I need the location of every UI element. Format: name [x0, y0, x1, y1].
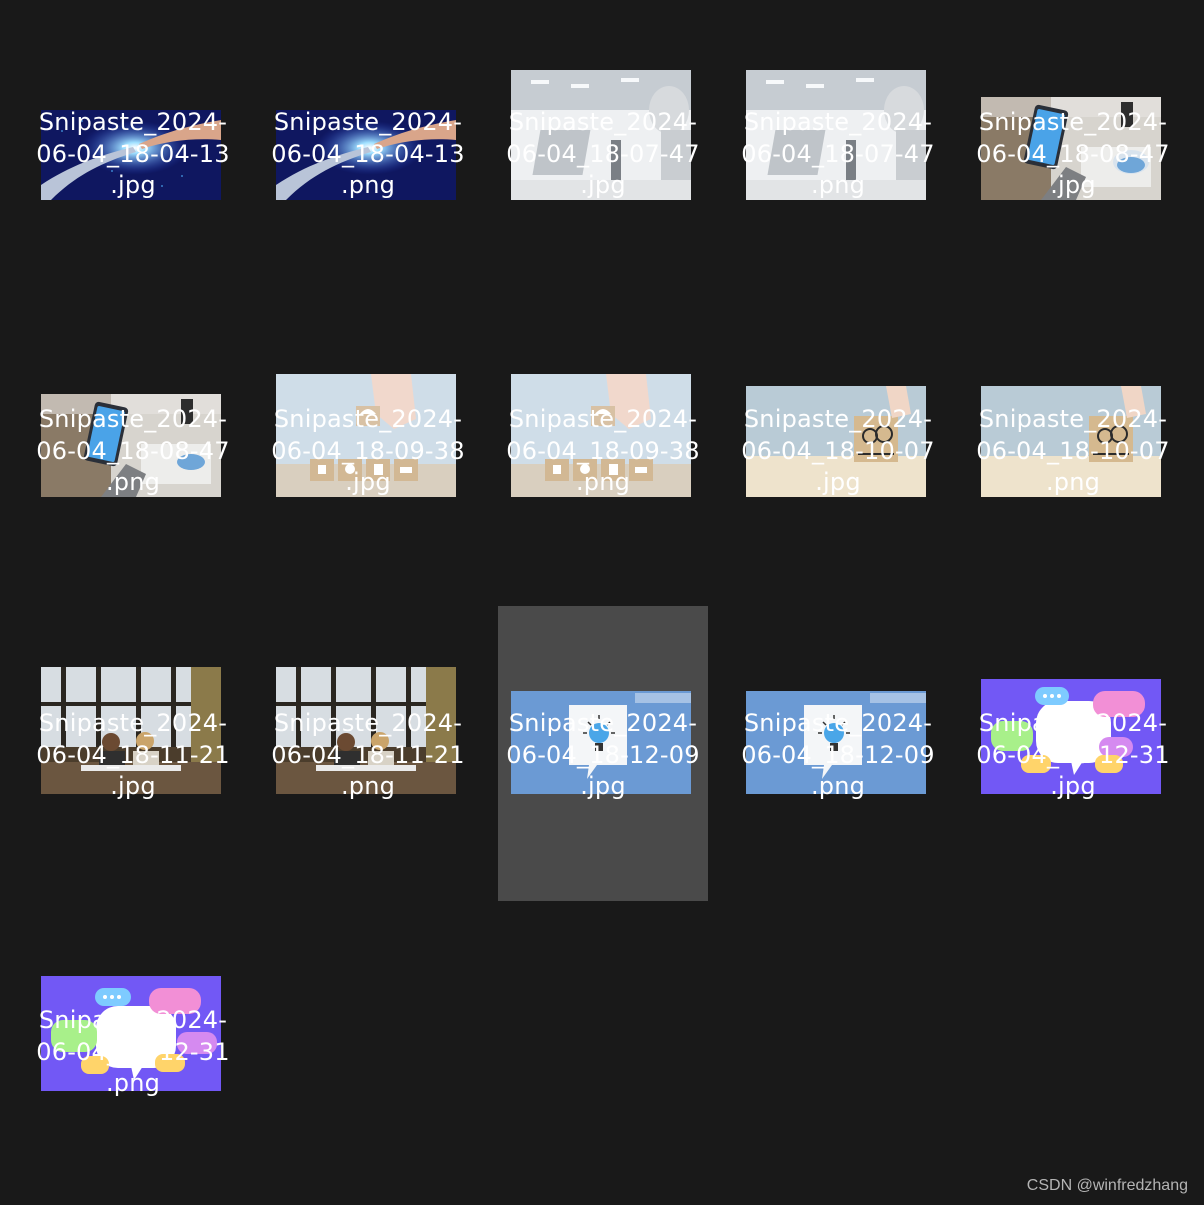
file-name-label: Snipaste_2024- 06-04_18-09-38 .jpg: [271, 405, 465, 496]
file-name-label: Snipaste_2024- 06-04_18-04-13 .jpg: [36, 108, 230, 199]
file-name-label: Snipaste_2024- 06-04_18-11-21 .png: [271, 709, 465, 800]
file-name-label: Snipaste_2024- 06-04_18-11-21 .jpg: [36, 709, 230, 800]
file-tile[interactable]: Snipaste_2024- 06-04_18-10-07 .png: [968, 302, 1178, 597]
file-tile[interactable]: Snipaste_2024- 06-04_18-08-47 .png: [28, 302, 238, 597]
file-name-label: Snipaste_2024- 06-04_18-10-07 .jpg: [741, 405, 935, 496]
file-tile[interactable]: Snipaste_2024- 06-04_18-04-13 .png: [263, 5, 473, 300]
file-name-label: Snipaste_2024- 06-04_18-04-13 .png: [271, 108, 465, 199]
file-tile[interactable]: Snipaste_2024- 06-04_18-09-38 .png: [498, 302, 708, 597]
file-tile[interactable]: Snipaste_2024- 06-04_18-10-07 .jpg: [733, 302, 943, 597]
file-tile[interactable]: Snipaste_2024- 06-04_18-11-21 .png: [263, 606, 473, 901]
file-tile[interactable]: Snipaste_2024- 06-04_18-12-09 .png: [733, 606, 943, 901]
file-name-label: Snipaste_2024- 06-04_18-09-38 .png: [506, 405, 700, 496]
file-name-label: Snipaste_2024- 06-04_18-12-09 .jpg: [506, 709, 700, 800]
file-name-label: Snipaste_2024- 06-04_18-08-47 .jpg: [976, 108, 1170, 199]
file-name-label: Snipaste_2024- 06-04_18-07-47 .png: [741, 108, 935, 199]
file-tile[interactable]: Snipaste_2024- 06-04_18-12-31 .jpg: [968, 606, 1178, 901]
file-name-label: Snipaste_2024- 06-04_18-12-31 .png: [36, 1006, 230, 1097]
file-name-label: Snipaste_2024- 06-04_18-12-09 .png: [741, 709, 935, 800]
file-name-label: Snipaste_2024- 06-04_18-07-47 .jpg: [506, 108, 700, 199]
file-name-label: Snipaste_2024- 06-04_18-10-07 .png: [976, 405, 1170, 496]
file-tile-selected[interactable]: Snipaste_2024- 06-04_18-12-09 .jpg: [498, 606, 708, 901]
file-tile[interactable]: Snipaste_2024- 06-04_18-12-31 .png: [28, 903, 238, 1198]
file-tile[interactable]: Snipaste_2024- 06-04_18-09-38 .jpg: [263, 302, 473, 597]
file-grid: Snipaste_2024- 06-04_18-04-13 .jpg Snipast…: [0, 0, 1204, 1205]
file-tile[interactable]: Snipaste_2024- 06-04_18-11-21 .jpg: [28, 606, 238, 901]
watermark: CSDN @winfredzhang: [1026, 1177, 1188, 1194]
file-name-label: Snipaste_2024- 06-04_18-12-31 .jpg: [976, 709, 1170, 800]
file-name-label: Snipaste_2024- 06-04_18-08-47 .png: [36, 405, 230, 496]
file-tile[interactable]: Snipaste_2024- 06-04_18-07-47 .png: [733, 5, 943, 300]
file-tile[interactable]: Snipaste_2024- 06-04_18-07-47 .jpg: [498, 5, 708, 300]
file-tile[interactable]: Snipaste_2024- 06-04_18-04-13 .jpg: [28, 5, 238, 300]
file-tile[interactable]: Snipaste_2024- 06-04_18-08-47 .jpg: [968, 5, 1178, 300]
